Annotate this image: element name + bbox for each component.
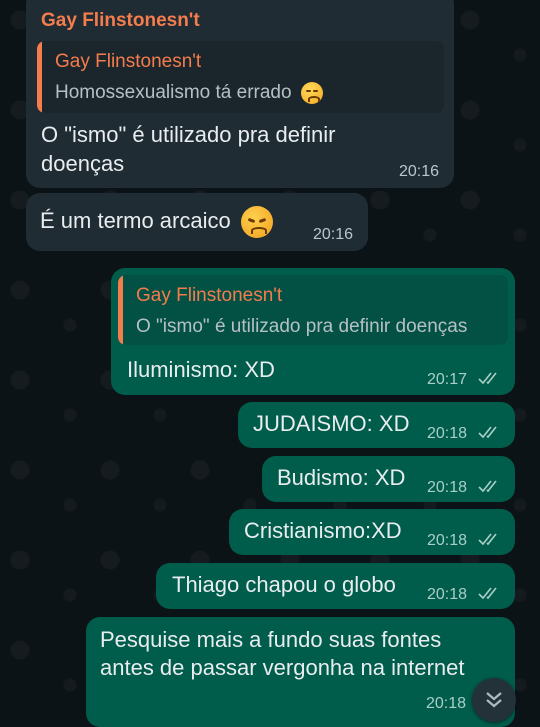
angry-face-emoji xyxy=(240,206,273,239)
outgoing-message-bubble[interactable]: Cristianismo:XD 20:18 xyxy=(229,509,515,555)
quoted-text-content: Homossexualismo tá errado xyxy=(55,82,292,104)
message-text: Budismo: XD xyxy=(277,465,406,490)
message-time: 20:17 xyxy=(427,371,468,388)
incoming-message-bubble[interactable]: Gay Flinstonesn't Gay Flinstonesn't Homo… xyxy=(26,0,454,188)
message-text: Iluminismo: XD xyxy=(127,357,275,382)
message-text-content: É um termo arcaico xyxy=(40,208,231,233)
message-text: É um termo arcaico xyxy=(40,206,273,239)
quoted-sender-name: Gay Flinstonesn't xyxy=(55,51,202,72)
double-check-icon xyxy=(478,533,497,546)
message-time: 20:18 xyxy=(427,586,468,603)
message-text-line: Pesquise mais a fundo suas fontes xyxy=(100,627,442,652)
sender-name[interactable]: Gay Flinstonesn't xyxy=(41,10,200,32)
message-text-line: doenças xyxy=(41,151,125,176)
outgoing-message-bubble[interactable]: Thiago chapou o globo 20:18 xyxy=(156,563,515,609)
incoming-message-bubble[interactable]: É um termo arcaico 20:16 xyxy=(26,193,368,251)
message-time: 20:18 xyxy=(427,532,468,549)
quote-accent-bar xyxy=(118,275,123,345)
double-check-icon xyxy=(478,372,497,385)
message-text: Thiago chapou o globo xyxy=(172,572,396,597)
message-text: JUDAISMO: XD xyxy=(253,411,410,436)
message-time: 20:18 xyxy=(427,425,468,442)
double-check-icon xyxy=(478,426,497,439)
outgoing-message-bubble[interactable]: Pesquise mais a fundo suas fontes antes … xyxy=(86,617,515,727)
quoted-message[interactable]: Gay Flinstonesn't Homossexualismo tá err… xyxy=(37,41,444,113)
double-check-icon xyxy=(478,480,497,493)
outgoing-message-bubble[interactable]: Budismo: XD 20:18 xyxy=(262,456,515,502)
outgoing-message-bubble[interactable]: Gay Flinstonesn't O "ismo" é utilizado p… xyxy=(111,268,515,395)
message-time: 20:18 xyxy=(427,479,468,496)
double-check-icon xyxy=(478,587,497,600)
quoted-sender-name: Gay Flinstonesn't xyxy=(136,285,283,306)
message-time: 20:16 xyxy=(399,163,440,180)
scroll-to-bottom-button[interactable] xyxy=(472,678,516,722)
outgoing-message-bubble[interactable]: JUDAISMO: XD 20:18 xyxy=(238,402,515,448)
message-text-line: O "ismo" é utilizado pra definir xyxy=(41,122,336,147)
quote-accent-bar xyxy=(37,41,42,113)
quoted-text: O "ismo" é utilizado pra definir doenças xyxy=(136,316,468,337)
unamused-face-emoji xyxy=(300,82,323,104)
quoted-message[interactable]: Gay Flinstonesn't O "ismo" é utilizado p… xyxy=(118,275,508,345)
quoted-text: Homossexualismo tá errado xyxy=(55,82,323,104)
message-text: Cristianismo:XD xyxy=(244,518,402,543)
chevron-double-down-icon xyxy=(486,692,502,708)
message-text-line: antes de passar vergonha na internet xyxy=(100,655,465,680)
message-time: 20:18 xyxy=(426,695,467,712)
message-time: 20:16 xyxy=(313,226,354,243)
